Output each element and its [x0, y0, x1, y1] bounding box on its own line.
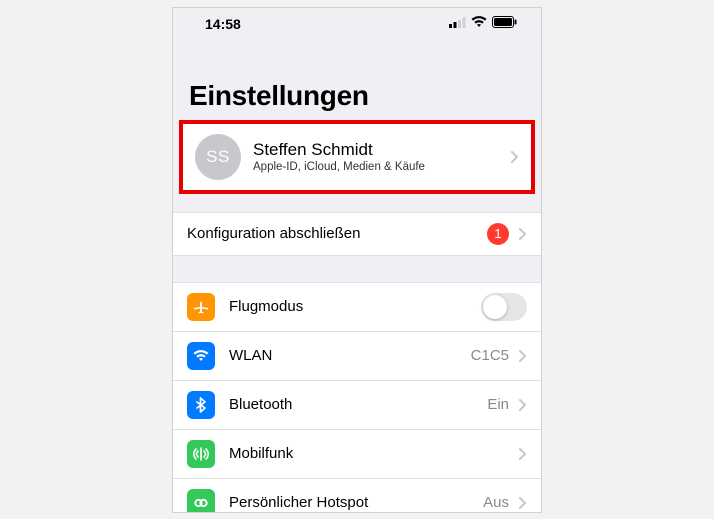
apple-id-row[interactable]: SS Steffen Schmidt Apple-ID, iCloud, Med…: [183, 124, 531, 190]
chevron-right-icon: [519, 228, 527, 240]
chevron-right-icon: [511, 151, 519, 163]
cellular-label: Mobilfunk: [229, 445, 519, 462]
section-gap: [173, 256, 541, 282]
status-time: 14:58: [205, 16, 241, 32]
finish-setup-label: Konfiguration abschließen: [187, 225, 487, 242]
chevron-right-icon: [519, 448, 527, 460]
wifi-row[interactable]: WLAN C1C5: [173, 332, 541, 381]
cellular-icon: [187, 440, 215, 468]
battery-icon: [492, 15, 517, 33]
bluetooth-row[interactable]: Bluetooth Ein: [173, 381, 541, 430]
profile-row-highlight: SS Steffen Schmidt Apple-ID, iCloud, Med…: [179, 120, 535, 194]
profile-subtitle: Apple-ID, iCloud, Medien & Käufe: [253, 161, 499, 173]
page-title: Einstellungen: [189, 80, 525, 112]
chevron-right-icon: [519, 350, 527, 362]
bluetooth-icon: [187, 391, 215, 419]
profile-name: Steffen Schmidt: [253, 140, 499, 160]
airplane-label: Flugmodus: [229, 298, 481, 315]
cellular-signal-icon: [449, 15, 466, 33]
airplane-icon: [187, 293, 215, 321]
wifi-icon: [187, 342, 215, 370]
chevron-right-icon: [519, 399, 527, 411]
profile-text: Steffen Schmidt Apple-ID, iCloud, Medien…: [253, 140, 499, 173]
wifi-status-icon: [471, 15, 487, 33]
toggle-knob: [483, 295, 507, 319]
status-icons: [449, 15, 517, 33]
bluetooth-label: Bluetooth: [229, 396, 487, 413]
hotspot-icon: [187, 489, 215, 513]
wifi-label: WLAN: [229, 347, 471, 364]
setup-badge: 1: [487, 223, 509, 245]
connectivity-section: Flugmodus WLAN C1C5 Bluetooth Ein: [173, 282, 541, 513]
chevron-right-icon: [519, 497, 527, 509]
airplane-mode-row[interactable]: Flugmodus: [173, 282, 541, 332]
finish-setup-row[interactable]: Konfiguration abschließen 1: [173, 212, 541, 256]
status-bar: 14:58: [173, 8, 541, 40]
cellular-row[interactable]: Mobilfunk: [173, 430, 541, 479]
hotspot-value: Aus: [483, 494, 509, 511]
wifi-value: C1C5: [471, 347, 509, 364]
hotspot-row[interactable]: Persönlicher Hotspot Aus: [173, 479, 541, 513]
bluetooth-value: Ein: [487, 396, 509, 413]
hotspot-label: Persönlicher Hotspot: [229, 494, 483, 511]
avatar: SS: [195, 134, 241, 180]
page-header: Einstellungen: [173, 40, 541, 120]
setup-section: Konfiguration abschließen 1: [173, 212, 541, 256]
airplane-toggle[interactable]: [481, 293, 527, 321]
settings-screen: 14:58 Einstellungen SS Steffen Schmidt A…: [172, 7, 542, 513]
